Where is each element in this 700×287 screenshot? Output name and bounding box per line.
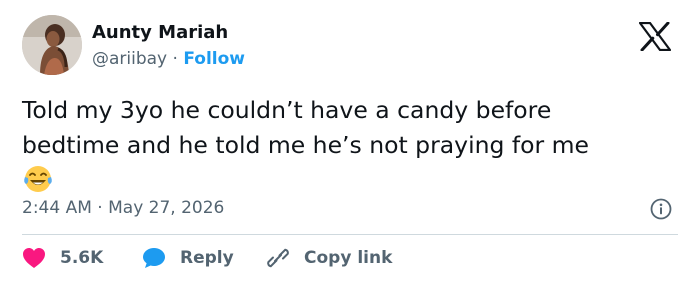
author-handle[interactable]: @ariibay	[92, 49, 167, 69]
like-count: 5.6K	[60, 248, 104, 268]
author-handle-row: @ariibay · Follow	[92, 49, 245, 69]
author-name[interactable]: Aunty Mariah	[92, 22, 228, 43]
avatar[interactable]	[22, 15, 82, 75]
action-bar: 5.6K Reply Copy link	[22, 247, 678, 273]
tweet-time: 2:44 AM	[22, 198, 92, 218]
copy-link-button[interactable]: Copy link	[266, 247, 392, 269]
link-icon	[267, 248, 289, 268]
reply-label: Reply	[180, 248, 234, 268]
heart-icon	[23, 248, 45, 268]
laughing-crying-emoji	[22, 163, 662, 199]
reply-button[interactable]: Reply	[142, 247, 234, 269]
info-icon[interactable]	[650, 198, 672, 220]
avatar-photo	[22, 15, 82, 75]
tears-of-joy-icon	[24, 166, 52, 192]
tweet-text: Told my 3yo he couldn’t have a candy bef…	[22, 93, 662, 199]
x-logo-icon[interactable]	[638, 21, 672, 52]
handle-separator: ·	[172, 49, 178, 69]
divider	[22, 234, 678, 235]
like-button[interactable]: 5.6K	[22, 247, 103, 269]
tweet-text-line-1: Told my 3yo he couldn’t have a candy bef…	[22, 96, 552, 124]
follow-button[interactable]: Follow	[183, 49, 245, 69]
tweet-timestamp[interactable]: 2:44 AM · May 27, 2026	[22, 198, 224, 218]
tweet-date: May 27, 2026	[108, 198, 225, 218]
tweet-card: Aunty Mariah @ariibay · Follow Told my 3…	[0, 0, 700, 287]
speech-bubble-icon	[143, 248, 165, 268]
copy-link-label: Copy link	[304, 248, 393, 268]
tweet-text-line-2: bedtime and he told me he’s not praying …	[22, 131, 590, 159]
meta-separator: ·	[97, 198, 103, 218]
